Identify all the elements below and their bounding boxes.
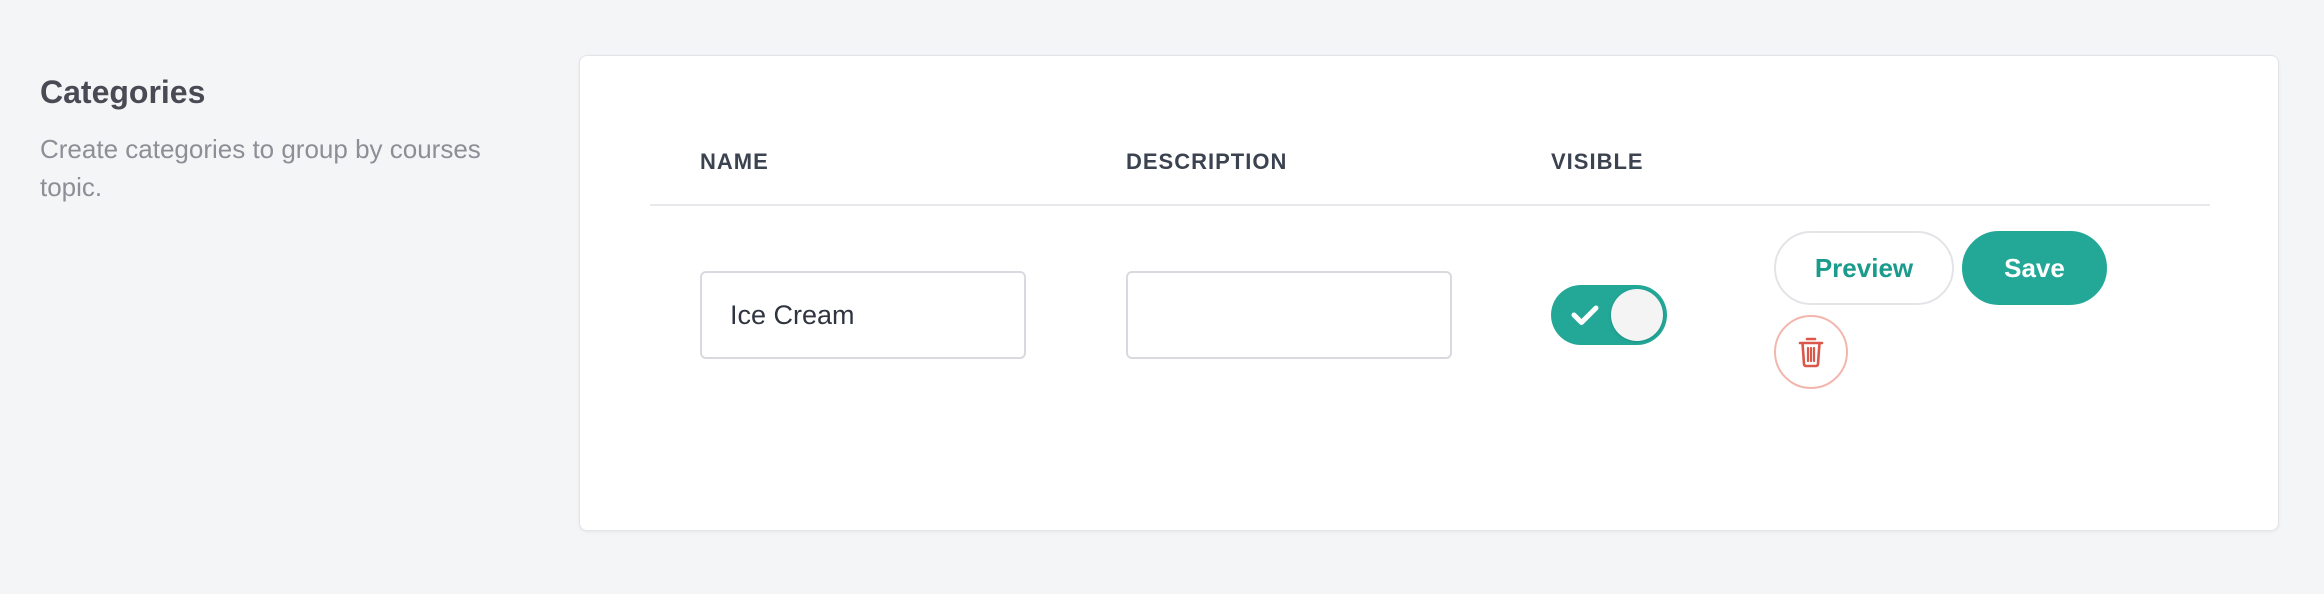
column-header-description: DESCRIPTION xyxy=(1126,149,1288,174)
preview-button[interactable]: Preview xyxy=(1774,231,1954,305)
delete-button[interactable] xyxy=(1774,315,1848,389)
trash-icon xyxy=(1798,337,1824,368)
category-description-input[interactable] xyxy=(1126,271,1452,359)
check-icon xyxy=(1571,305,1599,325)
category-name-input[interactable] xyxy=(700,271,1026,359)
section-info: Categories Create categories to group by… xyxy=(40,70,540,206)
save-button[interactable]: Save xyxy=(1962,231,2107,305)
column-header-visible: VISIBLE xyxy=(1551,149,1644,174)
toggle-knob xyxy=(1611,289,1663,341)
table-header: NAME DESCRIPTION VISIBLE xyxy=(650,144,2210,206)
section-title: Categories xyxy=(40,74,206,110)
column-header-name: NAME xyxy=(700,149,769,174)
visible-toggle[interactable] xyxy=(1551,285,1667,345)
categories-card: NAME DESCRIPTION VISIBLE Preview Save xyxy=(579,55,2279,531)
section-description: Create categories to group by courses to… xyxy=(40,134,481,202)
